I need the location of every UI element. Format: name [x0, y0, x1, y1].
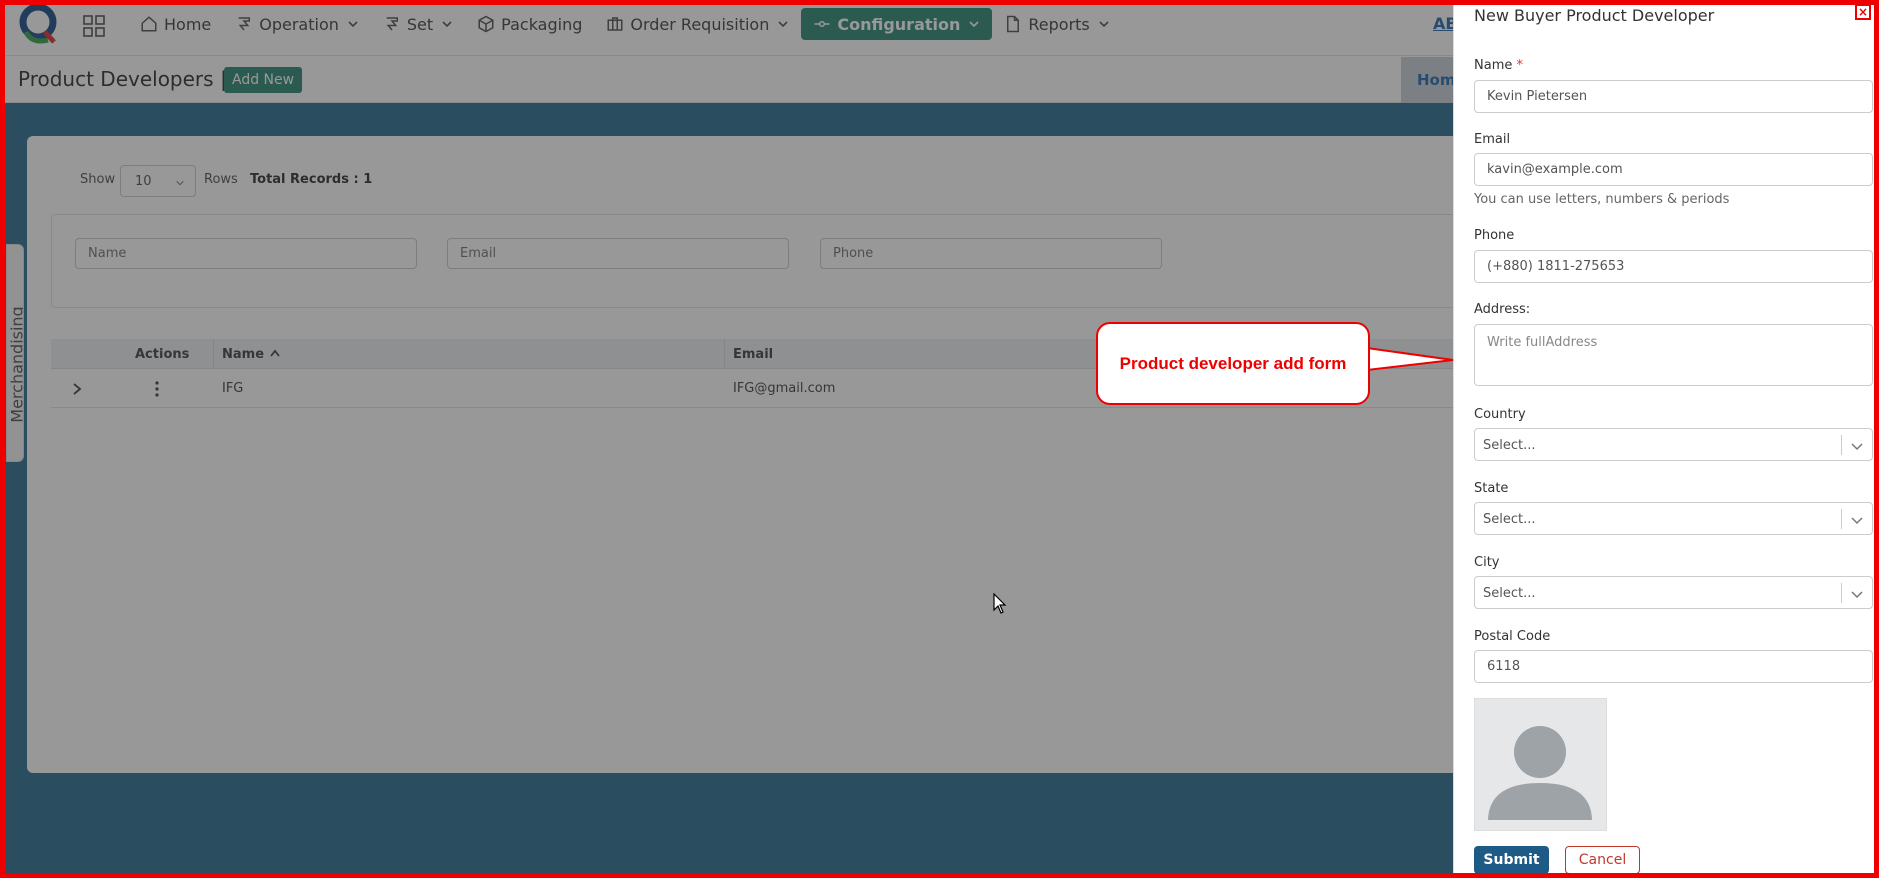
mouse-cursor-icon — [993, 593, 1007, 614]
country-select[interactable]: Select... — [1474, 428, 1873, 461]
chevron-down-icon — [1851, 591, 1863, 599]
chevron-down-icon — [1851, 517, 1863, 525]
callout-pointer — [1367, 346, 1454, 372]
phone-field-value: (+880) 1811-275653 — [1487, 259, 1625, 274]
postal-code-value: 6118 — [1487, 659, 1521, 674]
email-field-value: kavin@example.com — [1487, 162, 1623, 177]
chevron-down-icon — [1851, 443, 1863, 451]
name-field[interactable]: Kevin Pietersen — [1474, 80, 1873, 113]
address-label: Address: — [1474, 302, 1531, 317]
postal-code-label: Postal Code — [1474, 629, 1551, 644]
name-label: Name * — [1474, 58, 1523, 73]
cancel-button[interactable]: Cancel — [1565, 846, 1640, 874]
required-marker: * — [1516, 58, 1524, 73]
email-help-text: You can use letters, numbers & periods — [1474, 192, 1730, 207]
postal-code-field[interactable]: 6118 — [1474, 650, 1873, 683]
avatar-upload[interactable] — [1474, 698, 1607, 831]
drawer-title: New Buyer Product Developer — [1474, 6, 1715, 25]
email-label: Email — [1474, 132, 1511, 147]
state-label: State — [1474, 481, 1509, 496]
state-select[interactable]: Select... — [1474, 502, 1873, 535]
state-select-value: Select... — [1483, 512, 1536, 527]
name-field-value: Kevin Pietersen — [1487, 89, 1588, 104]
city-label: City — [1474, 555, 1500, 570]
close-icon[interactable]: × — [1855, 4, 1871, 20]
modal-backdrop[interactable] — [0, 0, 1453, 878]
new-product-developer-drawer: New Buyer Product Developer × Name * Kev… — [1453, 0, 1879, 878]
country-select-value: Select... — [1483, 438, 1536, 453]
name-label-text: Name — [1474, 58, 1513, 73]
select-divider — [1841, 509, 1842, 529]
annotation-callout: Product developer add form — [1096, 322, 1370, 405]
address-placeholder: Write fullAddress — [1487, 335, 1598, 350]
select-divider — [1841, 435, 1842, 455]
city-select-value: Select... — [1483, 586, 1536, 601]
phone-label: Phone — [1474, 228, 1515, 243]
city-select[interactable]: Select... — [1474, 576, 1873, 609]
submit-button[interactable]: Submit — [1474, 846, 1549, 874]
phone-field[interactable]: (+880) 1811-275653 — [1474, 250, 1873, 283]
select-divider — [1841, 583, 1842, 603]
address-textarea[interactable]: Write fullAddress — [1474, 324, 1873, 386]
email-field[interactable]: kavin@example.com — [1474, 153, 1873, 186]
country-label: Country — [1474, 407, 1526, 422]
user-placeholder-icon — [1488, 726, 1592, 820]
